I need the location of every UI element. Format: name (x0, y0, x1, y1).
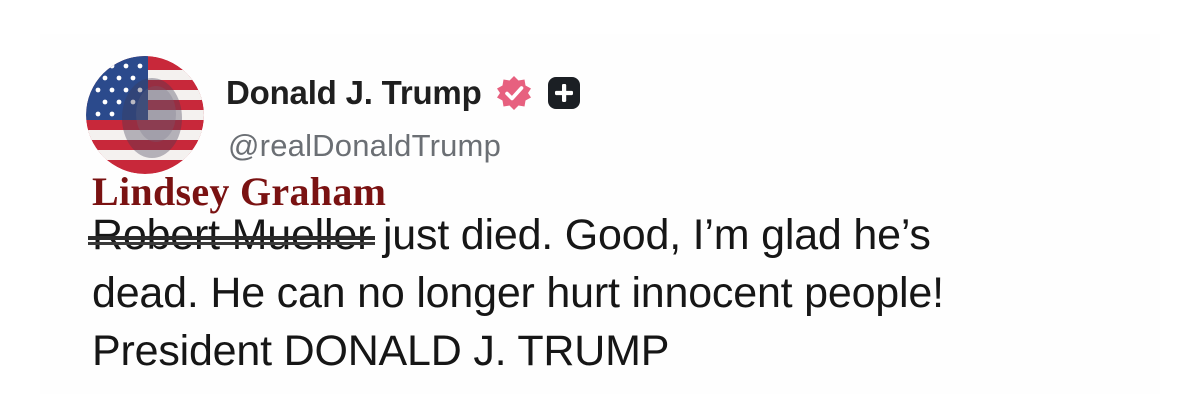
display-name[interactable]: Donald J. Trump (226, 74, 482, 112)
post-card: Donald J. Trump @realDonaldTrump Lindsey… (0, 0, 1199, 420)
author-handle[interactable]: @realDonaldTrump (228, 128, 501, 164)
post-body: Robert Mueller just died. Good, I’m glad… (88, 206, 1172, 380)
strike-line-2 (88, 242, 376, 245)
struck-name: Robert Mueller (88, 206, 376, 264)
avatar[interactable] (86, 56, 204, 174)
avatar-flag-portrait-icon (86, 56, 204, 174)
strike-line (88, 236, 376, 240)
author-row: Donald J. Trump (226, 70, 582, 116)
body-line-1: Robert Mueller just died. Good, I’m glad… (88, 206, 1172, 264)
verified-badge-icon (496, 75, 532, 111)
body-line-2: dead. He can no longer hurt innocent peo… (92, 269, 944, 317)
body-line-3: President DONALD J. TRUMP (92, 327, 670, 375)
struck-name-text: Robert Mueller (92, 211, 372, 259)
body-line-1-rest: just died. Good, I’m glad he’s (371, 211, 931, 259)
plus-icon[interactable] (546, 75, 582, 111)
